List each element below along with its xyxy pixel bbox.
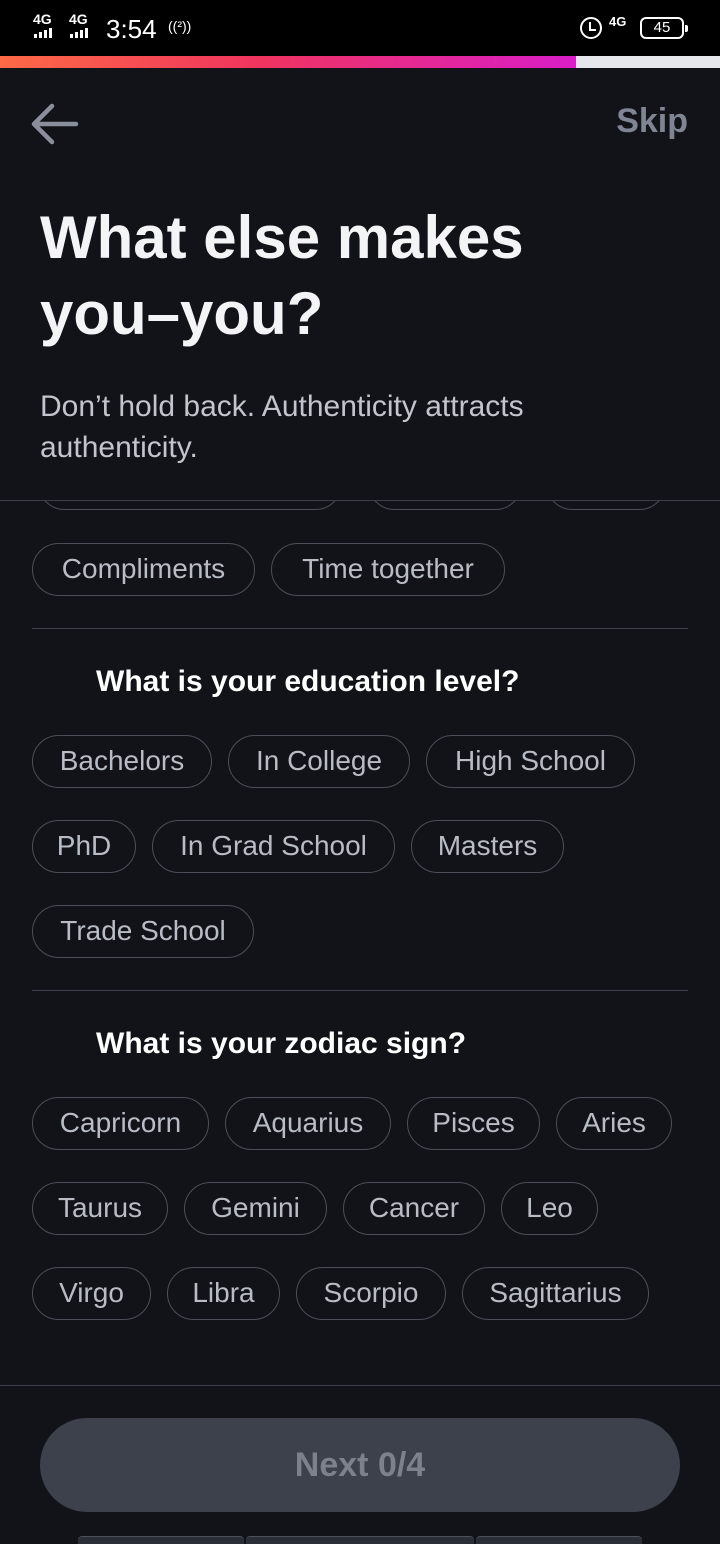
footer-divider (0, 1385, 720, 1386)
option-chip-partial[interactable] (546, 501, 666, 510)
alarm-icon (580, 17, 602, 39)
network-type-2: 4G (69, 11, 88, 27)
progress-bar (0, 56, 720, 68)
option-chip-gemini[interactable]: Gemini (184, 1182, 327, 1235)
section-divider (32, 990, 688, 991)
next-button[interactable]: Next 0/4 (40, 1418, 680, 1512)
keyboard-peek (246, 1536, 474, 1544)
battery-icon: 45 (640, 17, 688, 39)
option-chip-partial[interactable] (38, 501, 342, 510)
option-chip-masters[interactable]: Masters (411, 820, 564, 873)
option-chip-taurus[interactable]: Taurus (32, 1182, 168, 1235)
status-time: 3:54 (106, 14, 157, 44)
option-chip-aries[interactable]: Aries (556, 1097, 672, 1150)
option-chip-high-school[interactable]: High School (426, 735, 635, 788)
option-chip-partial[interactable] (368, 501, 522, 510)
keyboard-peek (78, 1536, 244, 1544)
zodiac-section-title: What is your zodiac sign? (96, 1027, 467, 1060)
option-chip-pisces[interactable]: Pisces (407, 1097, 540, 1150)
arrow-left-icon (31, 103, 79, 145)
option-chip-compliments[interactable]: Compliments (32, 543, 255, 596)
keyboard-peek (476, 1536, 642, 1544)
option-chip-in-college[interactable]: In College (228, 735, 410, 788)
back-button[interactable] (28, 98, 84, 154)
option-chip-time-together[interactable]: Time together (271, 543, 505, 596)
option-chip-sagittarius[interactable]: Sagittarius (462, 1267, 649, 1320)
option-chip-phd[interactable]: PhD (32, 820, 136, 873)
education-section-title: What is your education level? (96, 665, 520, 698)
option-chip-capricorn[interactable]: Capricorn (32, 1097, 209, 1150)
option-chip-aquarius[interactable]: Aquarius (225, 1097, 391, 1150)
option-chip-leo[interactable]: Leo (501, 1182, 598, 1235)
option-chip-trade-school[interactable]: Trade School (32, 905, 254, 958)
page-title: What else makes you–you? (40, 204, 524, 347)
option-chip-virgo[interactable]: Virgo (32, 1267, 151, 1320)
skip-button[interactable]: Skip (616, 102, 688, 141)
network-type-1: 4G (33, 11, 52, 27)
signal-icon-1 (34, 28, 52, 38)
options-scroll-area[interactable]: Compliments Time together What is your e… (0, 501, 720, 1385)
option-chip-libra[interactable]: Libra (167, 1267, 280, 1320)
signal-icon-2 (70, 28, 88, 38)
status-bar: 4G 4G 3:54 ((²)) 4G 45 (0, 0, 720, 56)
option-chip-in-grad-school[interactable]: In Grad School (152, 820, 395, 873)
option-chip-scorpio[interactable]: Scorpio (296, 1267, 446, 1320)
hotspot-icon: ((²)) (168, 18, 192, 34)
network-type-3: 4G (609, 14, 627, 29)
section-divider (32, 628, 688, 629)
progress-fill (0, 56, 576, 68)
option-chip-cancer[interactable]: Cancer (343, 1182, 485, 1235)
option-chip-bachelors[interactable]: Bachelors (32, 735, 212, 788)
page-subtitle: Don’t hold back. Authenticity attracts a… (40, 390, 524, 464)
